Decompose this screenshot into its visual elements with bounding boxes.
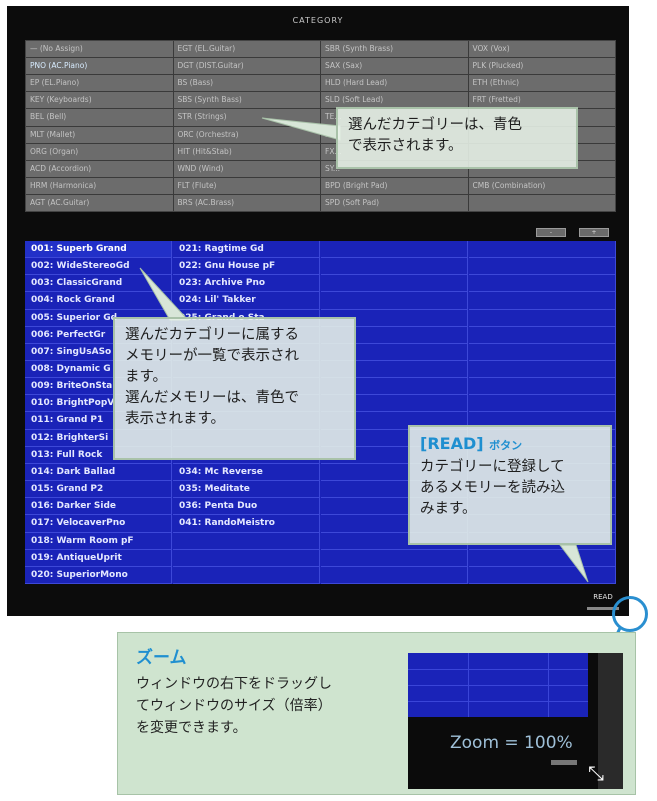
zoom-description-line: てウィンドウのサイズ（倍率）	[136, 698, 332, 714]
zoom-gridline	[408, 701, 588, 702]
resize-handle-icon[interactable]: ⤡	[588, 763, 604, 783]
memory-callout-line: ます。	[125, 369, 168, 385]
category-callout: 選んだカテゴリーは、青色 で表示されます。	[336, 107, 578, 169]
memory-callout: 選んだカテゴリーに属する メモリーが一覧で表示され ます。 選んだメモリーは、青…	[113, 317, 356, 460]
read-callout: [READ] ボタン カテゴリーに登録して あるメモリーを読み込 みます。	[408, 425, 612, 545]
zoom-gridline	[408, 685, 588, 686]
memory-callout-line: 選んだカテゴリーに属する	[125, 327, 299, 343]
memory-callout-line: 表示されます。	[125, 411, 226, 427]
zoom-read-bar	[551, 760, 577, 765]
zoom-gridline	[408, 669, 588, 670]
read-callout-title-suffix: ボタン	[489, 439, 523, 452]
read-callout-line: カテゴリーに登録して	[420, 459, 565, 475]
read-callout-pointer	[558, 544, 589, 583]
zoom-screenshot: Zoom = 100% ⤡	[408, 653, 623, 789]
read-callout-line: みます。	[420, 501, 477, 517]
category-callout-line: 選んだカテゴリーは、青色	[348, 117, 522, 133]
zoom-magnifier-circle	[612, 596, 648, 632]
zoom-gridline	[468, 653, 469, 717]
zoom-title: ズーム	[136, 648, 187, 668]
memory-callout-line: 選んだメモリーは、青色で	[125, 390, 299, 406]
read-callout-title-main: [READ]	[420, 434, 484, 453]
zoom-description-line: を変更できます。	[136, 720, 247, 736]
read-callout-line: あるメモリーを読み込	[420, 480, 565, 496]
zoom-screenshot-list	[408, 653, 588, 717]
zoom-gridline	[548, 653, 549, 717]
category-callout-line: で表示されます。	[348, 138, 463, 154]
zoom-description-line: ウィンドウの右下をドラッグし	[136, 676, 332, 692]
category-callout-pointer	[261, 117, 341, 141]
memory-callout-line: メモリーが一覧で表示され	[125, 348, 299, 364]
zoom-panel: ズーム ウィンドウの右下をドラッグし てウィンドウのサイズ（倍率） を変更できま…	[117, 632, 636, 795]
zoom-description: ウィンドウの右下をドラッグし てウィンドウのサイズ（倍率） を変更できます。	[136, 673, 406, 739]
read-callout-title: [READ] ボタン	[420, 433, 600, 457]
zoom-level-label: Zoom = 100%	[450, 733, 573, 753]
memory-callout-pointer	[139, 267, 190, 321]
